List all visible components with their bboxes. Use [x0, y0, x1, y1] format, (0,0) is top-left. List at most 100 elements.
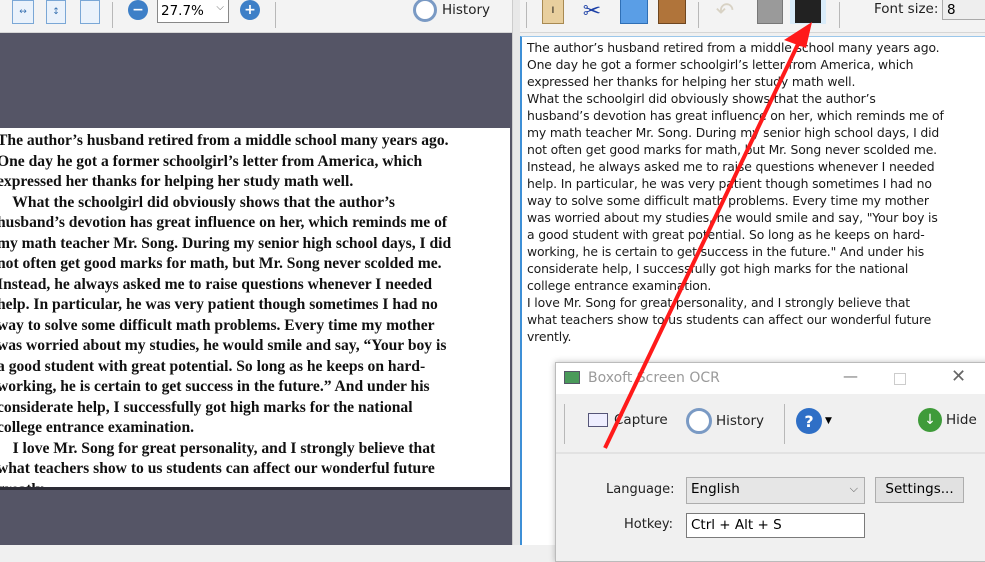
- document-line: expressed her thanks for helping her stu…: [0, 173, 354, 190]
- ocr-text-line: help. In particular, he was very patient…: [527, 176, 932, 191]
- settings-button[interactable]: Settings...: [875, 477, 964, 503]
- zoom-in-icon[interactable]: +: [240, 0, 260, 20]
- ocr-text: The author’s husband retired from a midd…: [527, 39, 985, 345]
- language-label: Language:: [606, 482, 675, 497]
- hide-label: Hide: [946, 412, 977, 428]
- capture-label: Capture: [614, 412, 668, 428]
- font-size-label: Font size:: [874, 1, 939, 17]
- help-question-icon: ?: [796, 408, 822, 434]
- vertical-scrollbar[interactable]: [512, 0, 520, 545]
- ocr-text-line: my math teacher Mr. Song. During my seni…: [527, 125, 940, 140]
- ocr-text-line: a good student with great potential. So …: [527, 227, 925, 242]
- dialog-titlebar: Boxoft Screen OCR — ✕: [556, 363, 985, 394]
- app-monitor-icon: [564, 371, 580, 384]
- hotkey-label: Hotkey:: [624, 517, 674, 532]
- document-line: a good student with great potential. So …: [0, 357, 426, 375]
- fit-height-icon[interactable]: ↕: [46, 0, 66, 24]
- document-line: greatly.: [0, 480, 47, 490]
- history-button[interactable]: History: [413, 0, 490, 23]
- document-line: What the schoolgirl did obviously shows …: [0, 193, 395, 211]
- ocr-text-line: I love Mr. Song for great personality, a…: [527, 295, 910, 310]
- hotkey-input[interactable]: Ctrl + Alt + S: [686, 513, 865, 538]
- document-line: husband’s devotion has great influence o…: [0, 214, 448, 231]
- save-icon[interactable]: [757, 0, 783, 24]
- document-line: help. In particular, he was very patient…: [0, 296, 438, 313]
- document-page: The author’s husband retired from a midd…: [0, 128, 510, 490]
- editor-toolbar: I ✂ ↶ Font size: 8: [520, 0, 985, 33]
- hide-down-arrow-icon: ↓: [918, 408, 942, 432]
- dialog-title: Boxoft Screen OCR: [588, 370, 720, 386]
- document-line: was worried about my studies, he would s…: [0, 337, 447, 354]
- minimize-icon[interactable]: —: [843, 367, 858, 385]
- dropdown-arrow-icon: ▼: [825, 416, 832, 426]
- ocr-text-line: vrently.: [527, 329, 572, 344]
- ocr-text-line: working, he is certain to get success in…: [527, 244, 925, 259]
- capture-icon: [588, 413, 608, 427]
- toolbar-separator: [698, 2, 699, 28]
- paste-icon[interactable]: [658, 0, 686, 24]
- document-line: working, he is certain to get success in…: [0, 378, 430, 395]
- help-button[interactable]: ? ▼: [796, 408, 832, 434]
- font-size-input[interactable]: 8: [942, 0, 985, 20]
- hide-button[interactable]: ↓ Hide: [918, 408, 977, 432]
- ocr-text-line: One day he got a former schoolgirl’s let…: [527, 57, 914, 72]
- undo-icon[interactable]: ↶: [712, 0, 738, 24]
- history-label: History: [716, 413, 765, 429]
- ocr-text-line: husband’s devotion has great influence o…: [527, 108, 944, 123]
- toolbar-separator: [564, 404, 565, 444]
- document-viewer-panel: ↔ ↕ − 27.7% ⌵ + History The author’s hus…: [0, 0, 520, 545]
- document-line: The author’s husband retired from a midd…: [0, 132, 449, 149]
- viewer-toolbar: ↔ ↕ − 27.7% ⌵ + History: [0, 0, 512, 33]
- ocr-text-line: Instead, he always asked me to raise que…: [527, 159, 935, 174]
- history-label: History: [442, 2, 491, 18]
- document-line: way to solve some difficult math problem…: [0, 316, 435, 334]
- toolbar-separator: [526, 2, 527, 28]
- chevron-down-icon: ⌵: [216, 2, 224, 13]
- select-text-icon[interactable]: I: [542, 0, 564, 24]
- zoom-out-icon[interactable]: −: [128, 0, 148, 20]
- ocr-text-line: considerate help, I successfully got hig…: [527, 261, 909, 276]
- actual-page-icon[interactable]: [80, 0, 100, 24]
- ocr-text-line: way to solve some difficult math problem…: [527, 193, 929, 208]
- ocr-text-line: expressed her thanks for helping her stu…: [527, 74, 856, 89]
- language-value: English: [691, 481, 740, 497]
- ocr-text-line: The author’s husband retired from a midd…: [527, 40, 940, 55]
- toolbar-separator: [784, 404, 785, 444]
- cut-scissors-icon[interactable]: ✂: [578, 0, 606, 24]
- document-line: I love Mr. Song for great personality, a…: [0, 439, 436, 457]
- document-text: The author’s husband retired from a midd…: [0, 128, 510, 490]
- ocr-text-line: was worried about my studies, he would s…: [527, 210, 938, 225]
- zoom-select[interactable]: 27.7% ⌵: [157, 0, 229, 23]
- document-line: what teachers show to us students can af…: [0, 460, 435, 477]
- ocr-text-line: What the schoolgirl did obviously shows …: [527, 91, 876, 106]
- clock-icon: [686, 408, 712, 434]
- boxoft-ocr-dialog: Boxoft Screen OCR — ✕ Capture History ? …: [555, 362, 985, 562]
- page-view-area: The author’s husband retired from a midd…: [0, 33, 512, 545]
- language-select[interactable]: English ⌵: [686, 477, 865, 504]
- capture-button[interactable]: Capture: [588, 412, 668, 428]
- ocr-text-line: college entrance examination.: [527, 278, 712, 293]
- toolbar-separator: [112, 2, 113, 28]
- ocr-text-line: not often get good marks for math, but M…: [527, 142, 937, 157]
- close-icon[interactable]: ✕: [951, 366, 966, 387]
- toolbar-separator: [839, 2, 840, 28]
- history-button[interactable]: History: [686, 408, 764, 434]
- hotkey-value: Ctrl + Alt + S: [691, 517, 782, 533]
- fit-width-icon[interactable]: ↔: [12, 0, 34, 24]
- document-line: my math teacher Mr. Song. During my seni…: [0, 234, 452, 252]
- font-size-value: 8: [947, 2, 956, 18]
- document-line: One day he got a former schoolgirl’s let…: [0, 152, 423, 170]
- chevron-down-icon: ⌵: [849, 482, 858, 495]
- document-line: not often get good marks for math, but M…: [0, 255, 442, 272]
- ocr-text-line: what teachers show to us students can af…: [527, 312, 932, 327]
- clock-icon: [413, 0, 437, 22]
- maximize-icon[interactable]: [894, 373, 906, 385]
- document-line: considerate help, I successfully got hig…: [0, 398, 413, 416]
- zoom-value: 27.7%: [161, 3, 204, 19]
- document-line: college entrance examination.: [0, 419, 195, 436]
- document-line: Instead, he always asked me to raise que…: [0, 275, 433, 293]
- save-as-icon[interactable]: [790, 0, 826, 24]
- toolbar-separator: [275, 2, 276, 28]
- dialog-toolbar: Capture History ? ▼ ↓ Hide: [556, 394, 985, 454]
- copy-icon[interactable]: [620, 0, 648, 24]
